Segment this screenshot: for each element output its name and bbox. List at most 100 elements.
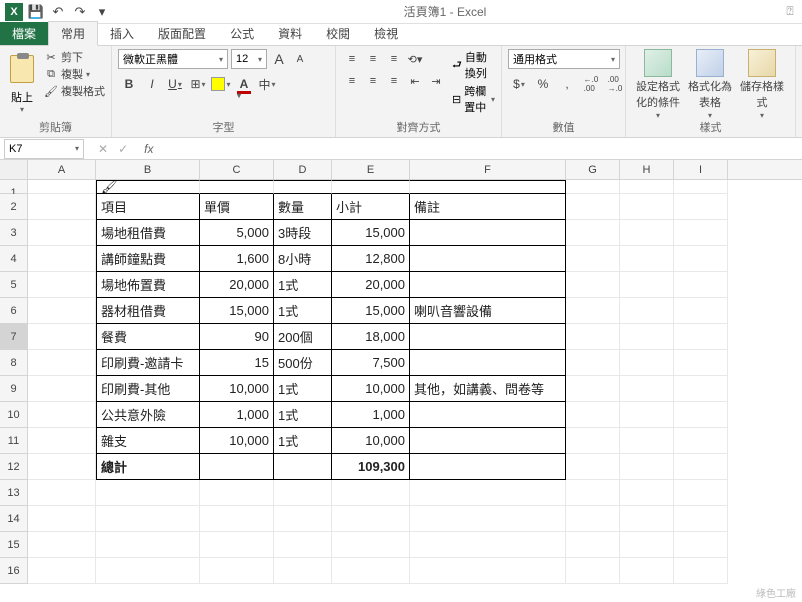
grow-font-button[interactable]: A bbox=[270, 50, 288, 68]
align-right-button[interactable]: ≡ bbox=[384, 71, 404, 91]
cell-H7[interactable] bbox=[620, 324, 674, 350]
cell-C4[interactable]: 1,600 bbox=[200, 246, 274, 272]
shrink-font-button[interactable]: A bbox=[291, 50, 309, 68]
cell-H12[interactable] bbox=[620, 454, 674, 480]
cell-E11[interactable]: 10,000 bbox=[332, 428, 410, 454]
cell-E9[interactable]: 10,000 bbox=[332, 376, 410, 402]
cell-I11[interactable] bbox=[674, 428, 728, 454]
fx-button[interactable]: fx bbox=[138, 142, 159, 156]
formula-input[interactable] bbox=[159, 139, 802, 159]
cut-button[interactable]: ✂剪下 bbox=[44, 49, 105, 65]
comma-button[interactable]: , bbox=[556, 73, 578, 95]
cell-F16[interactable] bbox=[410, 558, 566, 584]
cell-I5[interactable] bbox=[674, 272, 728, 298]
row-header-4[interactable]: 4 bbox=[0, 246, 28, 272]
cell-E15[interactable] bbox=[332, 532, 410, 558]
tab-data[interactable]: 資料 bbox=[266, 22, 314, 45]
underline-button[interactable]: U bbox=[164, 73, 186, 95]
cell-H3[interactable] bbox=[620, 220, 674, 246]
cell-E8[interactable]: 7,500 bbox=[332, 350, 410, 376]
cell-C15[interactable] bbox=[200, 532, 274, 558]
align-center-button[interactable]: ≡ bbox=[363, 71, 383, 91]
qat-more[interactable]: ▾ bbox=[92, 2, 112, 22]
col-header-G[interactable]: G bbox=[566, 160, 620, 179]
cell-F6[interactable]: 喇叭音響設備 bbox=[410, 298, 566, 324]
cell-E12[interactable]: 109,300 bbox=[332, 454, 410, 480]
cell-A1[interactable] bbox=[28, 180, 96, 194]
cell-B6[interactable]: 器材租借費 bbox=[96, 298, 200, 324]
cell-I9[interactable] bbox=[674, 376, 728, 402]
cell-A2[interactable] bbox=[28, 194, 96, 220]
col-header-B[interactable]: B bbox=[96, 160, 200, 179]
cell-D13[interactable] bbox=[274, 480, 332, 506]
cell-D16[interactable] bbox=[274, 558, 332, 584]
fill-color-button[interactable] bbox=[210, 73, 232, 95]
cell-D3[interactable]: 3時段 bbox=[274, 220, 332, 246]
currency-button[interactable]: $ bbox=[508, 73, 530, 95]
font-color-button[interactable]: A bbox=[233, 73, 255, 95]
orientation-button[interactable]: ⟲▾ bbox=[405, 49, 425, 69]
cell-G13[interactable] bbox=[566, 480, 620, 506]
tab-view[interactable]: 檢視 bbox=[362, 22, 410, 45]
cell-B4[interactable]: 講師鐘點費 bbox=[96, 246, 200, 272]
copy-button[interactable]: ⧉複製▾ bbox=[44, 66, 105, 82]
font-name-select[interactable]: 微軟正黑體▾ bbox=[118, 49, 228, 69]
align-left-button[interactable]: ≡ bbox=[342, 71, 362, 91]
cell-E2[interactable]: 小計 bbox=[332, 194, 410, 220]
cell-C16[interactable] bbox=[200, 558, 274, 584]
row-header-2[interactable]: 2 bbox=[0, 194, 28, 220]
cell-H13[interactable] bbox=[620, 480, 674, 506]
cell-F15[interactable] bbox=[410, 532, 566, 558]
row-header-12[interactable]: 12 bbox=[0, 454, 28, 480]
cell-A3[interactable] bbox=[28, 220, 96, 246]
cell-A8[interactable] bbox=[28, 350, 96, 376]
percent-button[interactable]: % bbox=[532, 73, 554, 95]
cell-I10[interactable] bbox=[674, 402, 728, 428]
indent-inc-button[interactable]: ⇥ bbox=[426, 71, 446, 91]
row-header-3[interactable]: 3 bbox=[0, 220, 28, 246]
tab-file[interactable]: 檔案 bbox=[0, 22, 48, 45]
cell-G8[interactable] bbox=[566, 350, 620, 376]
cell-I15[interactable] bbox=[674, 532, 728, 558]
cell-C8[interactable]: 15 bbox=[200, 350, 274, 376]
cell-H14[interactable] bbox=[620, 506, 674, 532]
cell-G6[interactable] bbox=[566, 298, 620, 324]
italic-button[interactable]: I bbox=[141, 73, 163, 95]
row-header-11[interactable]: 11 bbox=[0, 428, 28, 454]
cell-I13[interactable] bbox=[674, 480, 728, 506]
name-box[interactable]: K7▾ bbox=[4, 139, 84, 159]
cell-D12[interactable] bbox=[274, 454, 332, 480]
cell-C3[interactable]: 5,000 bbox=[200, 220, 274, 246]
cell-F13[interactable] bbox=[410, 480, 566, 506]
cell-B16[interactable] bbox=[96, 558, 200, 584]
cell-C13[interactable] bbox=[200, 480, 274, 506]
cell-I8[interactable] bbox=[674, 350, 728, 376]
cell-G9[interactable] bbox=[566, 376, 620, 402]
phonetic-button[interactable]: 中 bbox=[256, 73, 278, 95]
cell-A6[interactable] bbox=[28, 298, 96, 324]
row-header-1[interactable]: 1 bbox=[0, 180, 28, 194]
cell-H10[interactable] bbox=[620, 402, 674, 428]
cell-A12[interactable] bbox=[28, 454, 96, 480]
row-header-16[interactable]: 16 bbox=[0, 558, 28, 584]
align-bottom-button[interactable]: ≡ bbox=[384, 49, 404, 69]
tab-insert[interactable]: 插入 bbox=[98, 22, 146, 45]
cell-C5[interactable]: 20,000 bbox=[200, 272, 274, 298]
cell-F7[interactable] bbox=[410, 324, 566, 350]
row-header-15[interactable]: 15 bbox=[0, 532, 28, 558]
number-format-select[interactable]: 通用格式▾ bbox=[508, 49, 620, 69]
row-header-10[interactable]: 10 bbox=[0, 402, 28, 428]
cell-G7[interactable] bbox=[566, 324, 620, 350]
cell-C14[interactable] bbox=[200, 506, 274, 532]
cell-B15[interactable] bbox=[96, 532, 200, 558]
cell-E1[interactable] bbox=[332, 180, 410, 194]
col-header-A[interactable]: A bbox=[28, 160, 96, 179]
cell-F11[interactable] bbox=[410, 428, 566, 454]
cell-H5[interactable] bbox=[620, 272, 674, 298]
cell-F1[interactable] bbox=[410, 180, 566, 194]
col-header-D[interactable]: D bbox=[274, 160, 332, 179]
cell-H16[interactable] bbox=[620, 558, 674, 584]
tab-home[interactable]: 常用 bbox=[48, 21, 98, 46]
border-button[interactable]: ⊞ bbox=[187, 73, 209, 95]
spreadsheet-grid[interactable]: ABCDEFGHI 1🖌2項目單價數量小計備註3場地租借費5,0003時段15,… bbox=[0, 160, 802, 600]
